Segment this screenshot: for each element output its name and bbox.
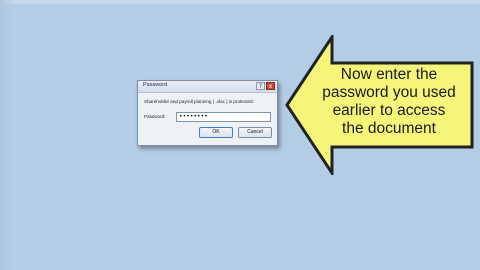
dialog-title: Password [143, 82, 168, 88]
ok-button[interactable]: OK [199, 127, 233, 138]
dialog-titlebar[interactable]: Password ? x [138, 81, 277, 93]
help-button[interactable]: ? [256, 82, 265, 90]
dialog-prompt: Shareholder and payroll planning ( .xlsx… [144, 99, 254, 104]
callout-line-1: Now enter the [340, 66, 438, 83]
password-field[interactable]: •••••••• [176, 112, 271, 122]
callout-text: Now enter the password you used earlier … [318, 66, 460, 138]
callout-line-2: password you used [322, 84, 456, 101]
cancel-button[interactable]: Cancel [238, 127, 272, 138]
close-button[interactable]: x [266, 82, 275, 90]
top-strip [0, 0, 480, 4]
left-edge-shadow [0, 0, 14, 270]
password-label: Password: [144, 114, 166, 119]
callout-line-4: the document [342, 120, 436, 137]
password-dialog: Password ? x Shareholder and payroll pla… [137, 80, 278, 146]
callout-line-3: earlier to access [332, 102, 446, 119]
